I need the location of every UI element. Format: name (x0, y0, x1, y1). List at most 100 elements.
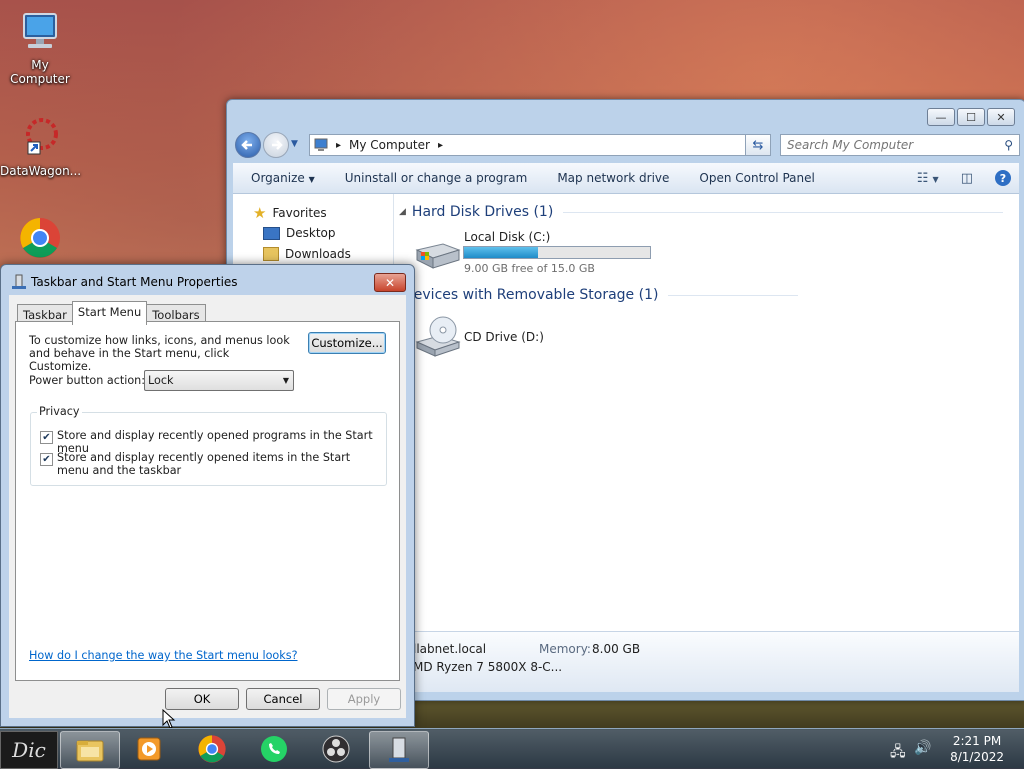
uninstall-program-button[interactable]: Uninstall or change a program (330, 171, 543, 185)
group-hard-disk-drives[interactable]: ◢ Hard Disk Drives (1) (399, 204, 1004, 220)
minimize-button[interactable]: — (927, 108, 955, 126)
tab-start-menu[interactable]: Start Menu (71, 301, 148, 325)
dialog-title: Taskbar and Start Menu Properties (31, 275, 238, 289)
help-icon[interactable]: ? (995, 170, 1011, 186)
cancel-button[interactable]: Cancel (246, 688, 320, 710)
collapse-arrow-icon: ◢ (399, 207, 406, 217)
checkbox-recent-items[interactable]: ✔ (40, 453, 53, 466)
details-memory-label: Memory: (539, 642, 591, 656)
chevron-down-icon: ▼ (308, 175, 315, 184)
system-clock[interactable]: 2:21 PM 8/1/2022 (950, 733, 1004, 765)
drive-usage-fill (464, 247, 539, 258)
drive-local-disk-c[interactable]: Local Disk (C:) 9.00 GB free of 15.0 GB (413, 230, 673, 278)
taskbar-explorer[interactable] (60, 731, 120, 769)
refresh-button[interactable]: ⇆ (745, 134, 771, 156)
dialog-close-button[interactable]: ✕ (374, 273, 406, 292)
details-memory-value: 8.00 GB (592, 642, 641, 656)
network-icon[interactable]: 🖧 (890, 741, 906, 765)
maximize-button[interactable]: ☐ (957, 108, 985, 126)
apply-button[interactable]: Apply (327, 688, 401, 710)
taskbar-media-player[interactable] (120, 731, 178, 767)
nav-downloads[interactable]: Downloads (263, 247, 351, 261)
drive-free-space: 9.00 GB free of 15.0 GB (464, 262, 595, 275)
recent-pages-dropdown[interactable]: ▼ (291, 139, 298, 149)
media-player-icon (137, 737, 161, 761)
address-row: ▼ ▸ My Computer ▸ ▼ ⇆ ⚲ (233, 131, 1020, 159)
taskbar-whatsapp[interactable] (245, 731, 303, 767)
search-icon[interactable]: ⚲ (1004, 138, 1013, 152)
desktop-icon-chrome[interactable] (0, 216, 80, 264)
chevron-down-icon: ▼ (282, 376, 289, 385)
taskbar-properties-icon (12, 274, 26, 289)
taskbar-properties-icon (389, 737, 409, 762)
star-icon: ★ (253, 204, 267, 222)
back-arrow-icon (241, 140, 252, 150)
help-link[interactable]: How do I change the way the Start menu l… (29, 649, 298, 662)
start-menu-panel: To customize how links, icons, and menus… (15, 321, 400, 681)
nav-favorites[interactable]: ★ Favorites (253, 204, 327, 222)
downloads-folder-icon (263, 247, 279, 261)
customize-button[interactable]: Customize... (308, 332, 386, 354)
taskbar-properties-dialog: Taskbar and Start Menu Properties ✕ Task… (0, 264, 415, 727)
close-button[interactable]: ✕ (987, 108, 1015, 126)
back-button[interactable] (235, 132, 261, 158)
ok-button[interactable]: OK (165, 688, 239, 710)
nav-desktop[interactable]: Desktop (263, 226, 336, 240)
obs-icon (322, 735, 350, 763)
chrome-icon (18, 216, 62, 260)
open-control-panel-button[interactable]: Open Control Panel (684, 171, 829, 185)
taskbar-obs[interactable] (307, 731, 365, 767)
preview-pane-icon[interactable]: ◫ (961, 171, 973, 186)
hard-disk-icon (415, 243, 461, 269)
clock-time: 2:21 PM (952, 734, 1002, 748)
drive-cd-d[interactable]: CD Drive (D:) (413, 314, 613, 360)
datawagon-icon (18, 116, 62, 160)
forward-arrow-icon (272, 140, 283, 150)
desktop-icon-my-computer[interactable]: My Computer (0, 10, 80, 86)
search-input[interactable] (781, 137, 1005, 153)
power-button-label: Power button action: (29, 374, 146, 387)
power-button-value: Lock (148, 374, 174, 387)
cd-drive-icon (415, 316, 461, 357)
desktop-icon-label: My Computer (10, 58, 70, 86)
address-bar[interactable]: ▸ My Computer ▸ ▼ (309, 134, 767, 156)
search-box[interactable]: ⚲ (780, 134, 1020, 156)
map-network-drive-button[interactable]: Map network drive (542, 171, 684, 185)
drive-name: Local Disk (C:) (464, 230, 551, 244)
view-options-icon[interactable]: ☷ ▼ (917, 171, 939, 186)
taskbar-chrome[interactable] (183, 731, 241, 767)
breadcrumb-arrow-icon[interactable]: ▸ (336, 140, 341, 151)
drive-usage-bar (463, 246, 651, 259)
taskbar-properties[interactable] (369, 731, 429, 769)
mouse-cursor-icon (162, 709, 176, 729)
folder-icon (76, 740, 104, 762)
drive-name: CD Drive (D:) (464, 330, 544, 344)
privacy-legend: Privacy (37, 405, 82, 418)
power-button-select[interactable]: Lock ▼ (144, 370, 294, 391)
desktop-icon-label: DataWagon... (0, 164, 82, 178)
refresh-icon: ⇆ (752, 137, 764, 153)
forward-button[interactable] (263, 132, 289, 158)
breadcrumb-my-computer[interactable]: My Computer (349, 138, 430, 152)
start-button[interactable]: Dic (0, 731, 58, 769)
command-bar: Organize ▼ Uninstall or change a program… (233, 163, 1019, 194)
chrome-icon (198, 735, 226, 763)
organize-menu[interactable]: Organize ▼ (233, 171, 330, 185)
whatsapp-icon (261, 736, 287, 762)
privacy-option-items[interactable]: ✔ Store and display recently opened item… (40, 451, 380, 477)
computer-icon (18, 10, 62, 54)
checkbox-recent-programs[interactable]: ✔ (40, 431, 53, 444)
clock-date: 8/1/2022 (950, 750, 1004, 764)
details-domain: llabnet.local (413, 642, 487, 656)
dialog-body: Taskbar Start Menu Toolbars To customize… (9, 295, 406, 718)
group-removable-storage[interactable]: Devices with Removable Storage (1) (403, 287, 799, 303)
computer-icon (314, 138, 328, 151)
start-logo-icon: Dic (12, 738, 46, 762)
desktop-icon-datawagon[interactable]: DataWagon... (0, 116, 82, 178)
privacy-groupbox: Privacy ✔ Store and display recently ope… (30, 405, 387, 486)
breadcrumb-arrow-icon[interactable]: ▸ (438, 140, 443, 151)
volume-icon[interactable]: 🔊 (914, 740, 931, 756)
customize-description: To customize how links, icons, and menus… (29, 334, 290, 373)
details-processor: MD Ryzen 7 5800X 8-C... (413, 660, 563, 674)
desktop-icon (263, 226, 280, 240)
